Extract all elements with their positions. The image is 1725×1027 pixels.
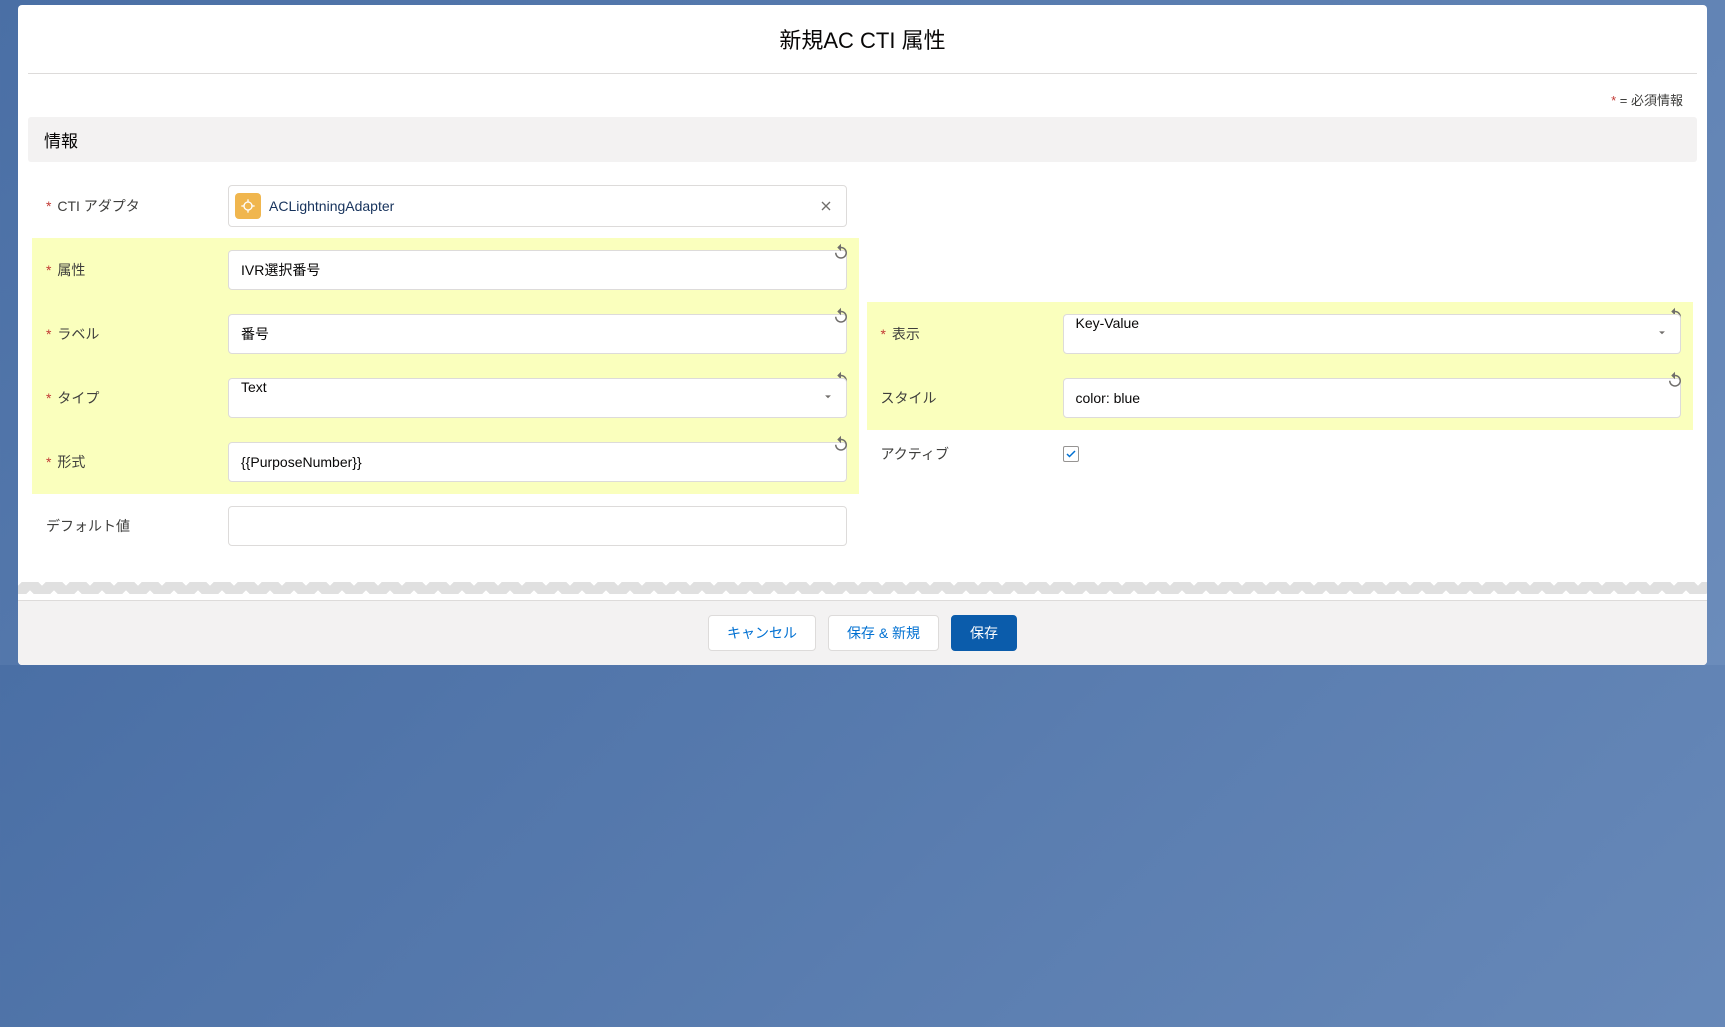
- required-asterisk: *: [46, 262, 51, 278]
- label-input[interactable]: [228, 314, 847, 354]
- required-asterisk: *: [46, 326, 51, 342]
- field-row-display: * 表示 Key-Value: [867, 302, 1694, 366]
- attribute-input[interactable]: [228, 250, 847, 290]
- required-asterisk: *: [46, 390, 51, 406]
- required-asterisk: *: [46, 454, 51, 470]
- undo-icon[interactable]: [831, 242, 851, 262]
- modal-footer: キャンセル 保存 & 新規 保存: [18, 600, 1707, 665]
- active-checkbox[interactable]: [1063, 446, 1079, 462]
- custom-object-icon: [235, 193, 261, 219]
- form-body: * CTI アダプタ ACLightningAdapter: [18, 174, 1707, 558]
- undo-icon[interactable]: [1665, 370, 1685, 390]
- undo-icon[interactable]: [831, 434, 851, 454]
- new-record-modal: 新規AC CTI 属性 * = 必須情報 情報 * CTI アダプタ ACL: [18, 5, 1707, 665]
- field-label-cti-adapter: * CTI アダプタ: [38, 196, 228, 216]
- form-column-left: * CTI アダプタ ACLightningAdapter: [28, 174, 863, 558]
- style-input[interactable]: [1063, 378, 1682, 418]
- cti-adapter-lookup[interactable]: ACLightningAdapter: [228, 185, 847, 227]
- undo-icon[interactable]: [831, 306, 851, 326]
- modal-title: 新規AC CTI 属性: [28, 23, 1697, 55]
- cti-adapter-value: ACLightningAdapter: [269, 198, 814, 214]
- type-select[interactable]: Text: [228, 378, 847, 418]
- save-and-new-button[interactable]: 保存 & 新規: [828, 615, 939, 651]
- field-label-format: * 形式: [38, 452, 228, 472]
- field-label-display: * 表示: [873, 324, 1063, 344]
- field-label-label: * ラベル: [38, 324, 228, 344]
- display-select[interactable]: Key-Value: [1063, 314, 1682, 354]
- field-row-default-value: デフォルト値: [32, 494, 859, 558]
- form-column-right: * 表示 Key-Value: [863, 174, 1698, 558]
- content-truncation-divider: [18, 582, 1707, 600]
- field-row-type: * タイプ Text: [32, 366, 859, 430]
- field-row-cti-adapter: * CTI アダプタ ACLightningAdapter: [32, 174, 859, 238]
- field-row-format: * 形式: [32, 430, 859, 494]
- field-label-type: * タイプ: [38, 388, 228, 408]
- section-header-info: 情報: [28, 117, 1697, 162]
- spacer: [867, 174, 1694, 302]
- field-row-active: アクティブ: [867, 430, 1694, 478]
- modal-header: 新規AC CTI 属性: [28, 5, 1697, 74]
- format-input[interactable]: [228, 442, 847, 482]
- default-value-input[interactable]: [228, 506, 847, 546]
- save-button[interactable]: 保存: [951, 615, 1017, 651]
- field-row-style: スタイル: [867, 366, 1694, 430]
- cancel-button[interactable]: キャンセル: [708, 615, 816, 651]
- field-row-attribute: * 属性: [32, 238, 859, 302]
- required-asterisk: *: [46, 198, 51, 214]
- required-asterisk: *: [881, 326, 886, 342]
- field-label-attribute: * 属性: [38, 260, 228, 280]
- required-fields-legend: * = 必須情報: [18, 82, 1707, 117]
- field-row-label: * ラベル: [32, 302, 859, 366]
- field-label-active: アクティブ: [873, 444, 1063, 464]
- field-label-default-value: デフォルト値: [38, 516, 228, 536]
- clear-lookup-button[interactable]: [814, 194, 838, 218]
- field-label-style: スタイル: [873, 388, 1063, 408]
- required-asterisk: *: [1611, 93, 1616, 108]
